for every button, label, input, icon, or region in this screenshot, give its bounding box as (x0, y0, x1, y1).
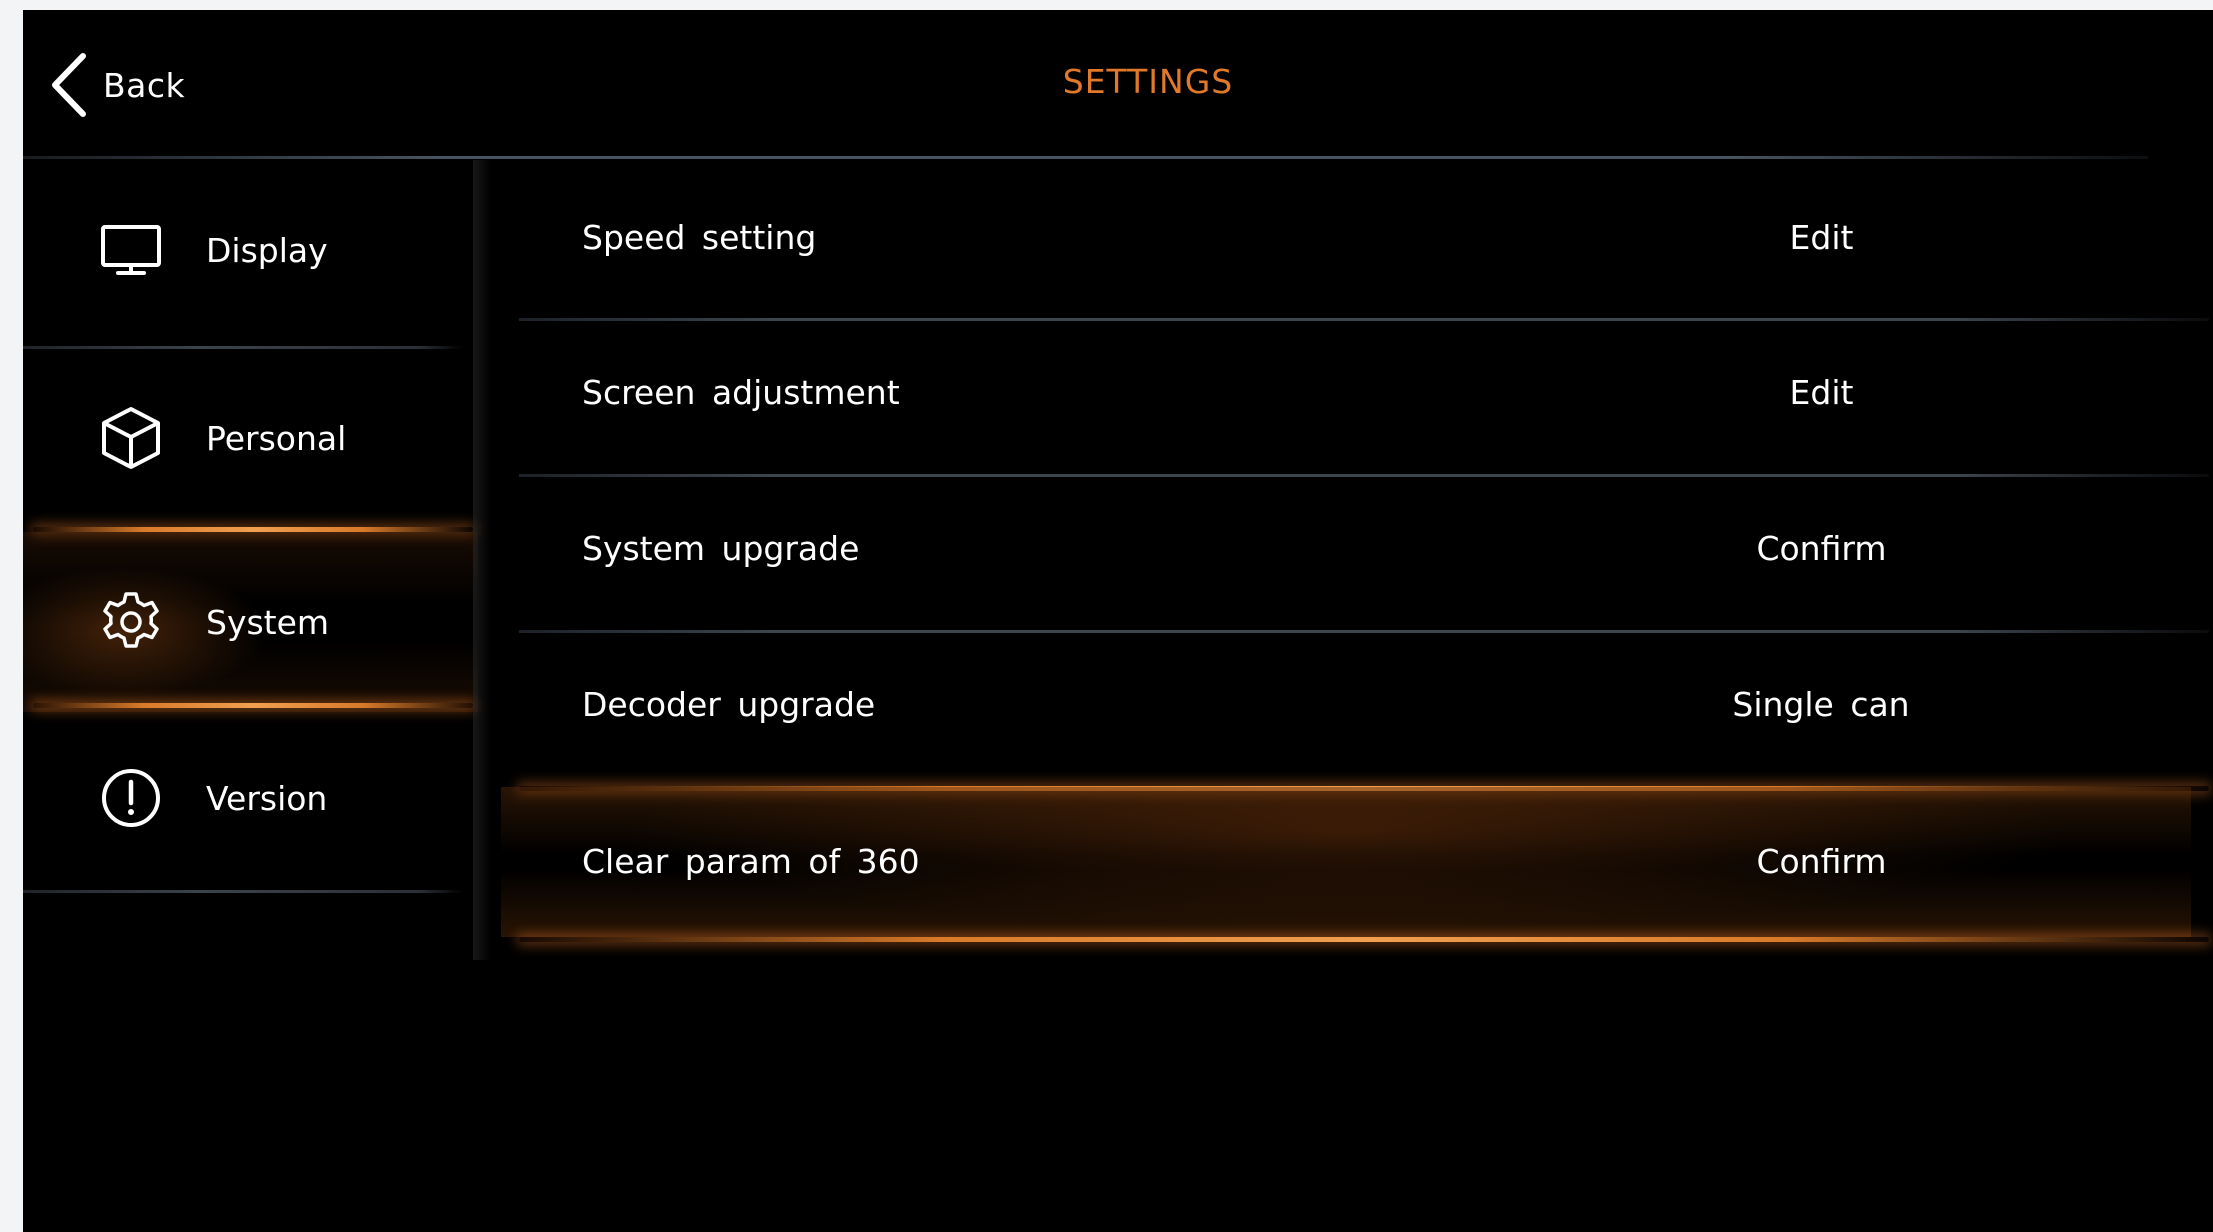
info-circle-icon (98, 765, 164, 831)
setting-row-speed-setting[interactable]: Speed setting Edit (501, 160, 2191, 315)
sidebar-item-personal[interactable]: Personal (23, 348, 478, 528)
setting-action-button[interactable]: Edit (1699, 160, 1944, 315)
setting-label: System upgrade (582, 529, 860, 568)
active-highlight-bottom (519, 937, 2209, 942)
cube-icon (98, 405, 164, 471)
setting-action-button[interactable]: Edit (1699, 315, 1944, 470)
gear-icon (98, 589, 164, 655)
sidebar-item-display[interactable]: Display (23, 160, 478, 340)
setting-label: Screen adjustment (582, 373, 900, 412)
setting-label: Speed setting (582, 218, 817, 257)
sidebar-item-version[interactable]: Version (23, 708, 478, 888)
page-title: SETTINGS (1062, 62, 1234, 101)
setting-row-decoder-upgrade[interactable]: Decoder upgrade Single can (501, 627, 2191, 782)
setting-row-system-upgrade[interactable]: System upgrade Confirm (501, 471, 2191, 626)
setting-row-screen-adjustment[interactable]: Screen adjustment Edit (501, 315, 2191, 470)
sidebar-item-label: System (206, 602, 330, 642)
setting-action-button[interactable]: Confirm (1699, 471, 1944, 626)
sidebar-item-label: Display (206, 230, 328, 270)
header-divider (23, 156, 2148, 159)
sidebar-edge (473, 160, 491, 960)
setting-label: Decoder upgrade (582, 685, 876, 724)
monitor-icon (98, 217, 164, 283)
setting-action-button[interactable]: Confirm (1699, 787, 1944, 937)
sidebar-item-system[interactable]: System (23, 532, 478, 712)
setting-action-button[interactable]: Single can (1661, 627, 1981, 782)
sidebar-divider (23, 890, 463, 893)
sidebar: Display Personal System Version (23, 160, 478, 1232)
sidebar-item-label: Personal (206, 418, 347, 458)
setting-row-clear-param-360[interactable]: Clear param of 360 Confirm (501, 787, 2191, 937)
settings-screen: Back SETTINGS Display Personal System Ve… (23, 10, 2213, 1232)
sidebar-item-label: Version (206, 778, 328, 818)
setting-label: Clear param of 360 (582, 842, 920, 881)
